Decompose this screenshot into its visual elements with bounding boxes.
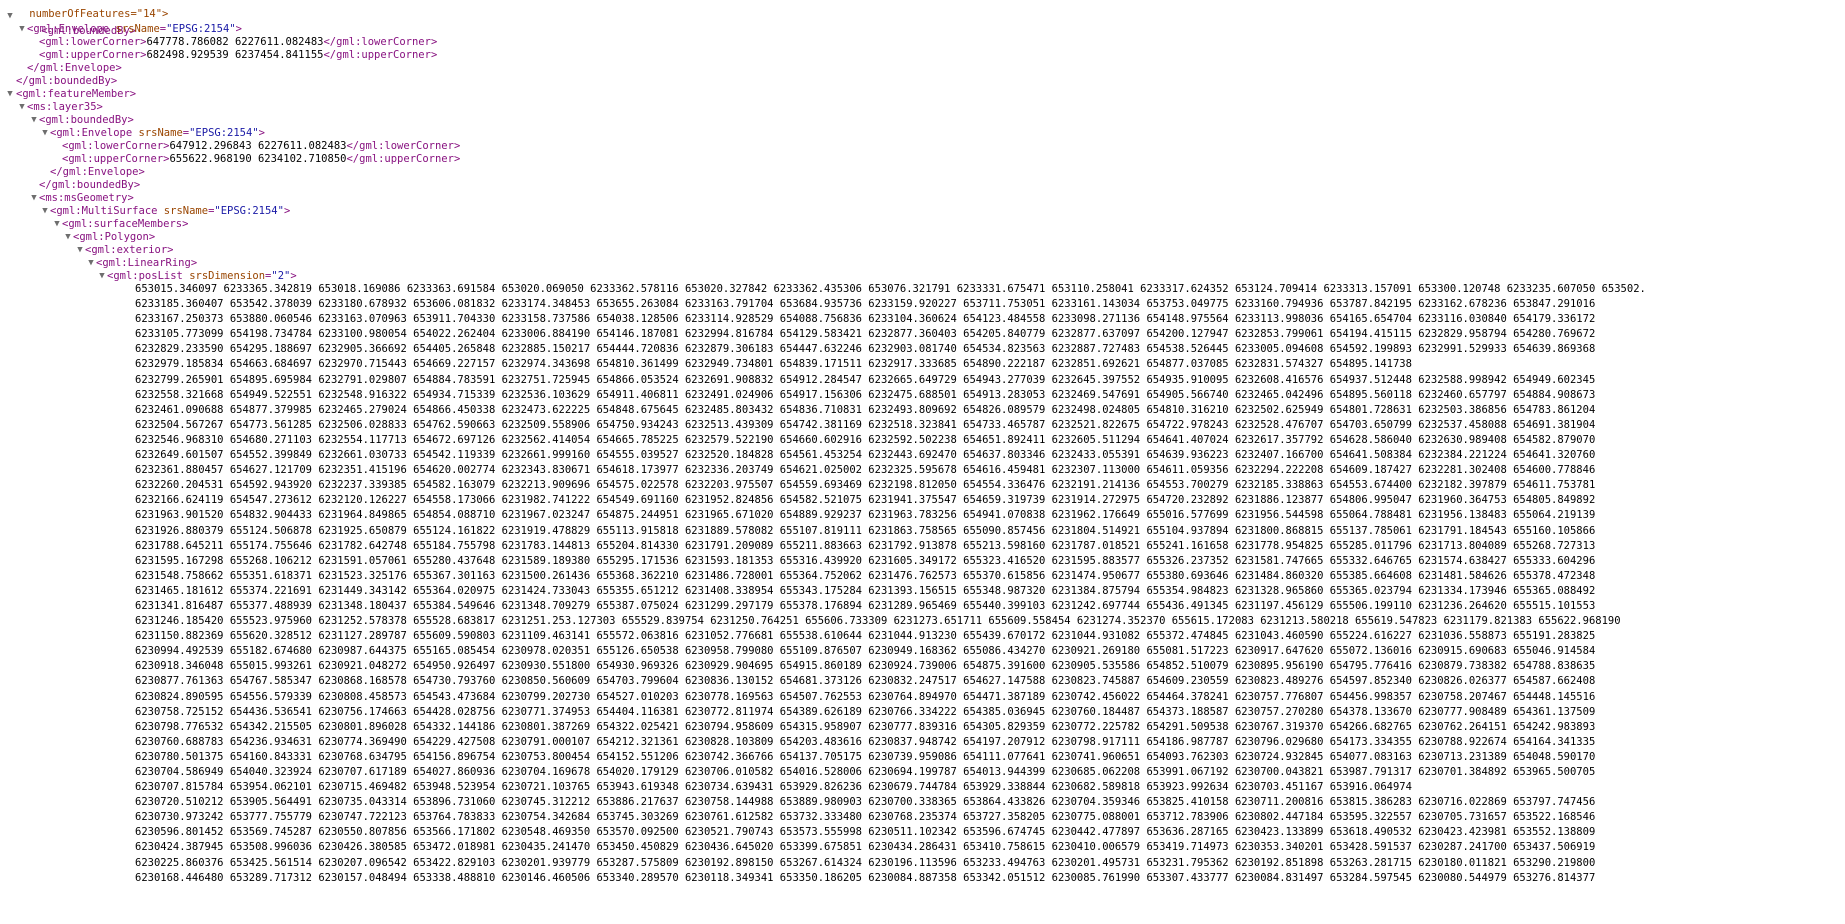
poslist-line: 6230225.860376 653425.561514 6230207.096… bbox=[135, 856, 1596, 869]
poslist-line: 6231548.758662 655351.618371 6231523.325… bbox=[135, 569, 1596, 582]
poslist-line: 6231341.816487 655377.488939 6231348.180… bbox=[135, 599, 1596, 612]
poslist-line: 6232649.601507 654552.399849 6232661.030… bbox=[135, 449, 1596, 462]
poslist-line: 6230798.776532 654342.215505 6230801.896… bbox=[135, 720, 1596, 733]
collapse-toggle-icon[interactable]: ▼ bbox=[41, 126, 49, 141]
xml-viewer: numberOfFeatures="14"> ▼ <gml:boundedBy>… bbox=[0, 0, 1845, 924]
poslist-line: 6232461.090688 654877.379985 6232465.279… bbox=[135, 403, 1596, 416]
poslist-line: 6230707.815784 653954.062101 6230715.469… bbox=[135, 781, 1412, 794]
poslist-line: 6230424.387945 653508.996036 6230426.380… bbox=[135, 841, 1596, 854]
poslist-line: 6231465.181612 655374.221691 6231449.343… bbox=[135, 584, 1596, 597]
collapse-toggle-icon[interactable]: ▼ bbox=[30, 113, 38, 128]
poslist-line: 6230596.801452 653569.745287 6230550.807… bbox=[135, 826, 1596, 839]
upper-corner-value: 682498.929539 6237454.841155 bbox=[146, 49, 324, 61]
poslist-line: 6232260.204531 654592.943920 6232237.339… bbox=[135, 479, 1596, 492]
poslist-line: 6231246.185420 655523.975960 6231252.578… bbox=[135, 615, 1621, 628]
poslist-line: 6233185.360407 653542.378039 6233180.678… bbox=[135, 298, 1596, 311]
poslist-line: 6232546.968310 654680.271103 6232554.117… bbox=[135, 433, 1596, 446]
poslist-line: 6232829.233590 654295.188697 6232905.366… bbox=[135, 343, 1596, 356]
collapse-toggle-icon[interactable]: ▼ bbox=[18, 22, 26, 37]
poslist-line: 6230918.346048 655015.993261 6230921.048… bbox=[135, 660, 1596, 673]
poslist-line: 6231150.882369 655620.328512 6231127.289… bbox=[135, 630, 1596, 643]
poslist-line: 6232558.321668 654949.522551 6232548.916… bbox=[135, 388, 1596, 401]
collapse-toggle-icon[interactable]: ▼ bbox=[53, 217, 61, 232]
poslist-line: 6230877.761363 654767.585347 6230868.168… bbox=[135, 675, 1596, 688]
poslist-line: 6232361.880457 654627.121709 6232351.415… bbox=[135, 464, 1596, 477]
feature-lower-corner-value: 647912.296843 6227611.082483 bbox=[169, 140, 347, 152]
poslist-line: 6230994.492539 655182.674680 6230987.644… bbox=[135, 645, 1596, 658]
poslist-line: 6233167.250373 653880.060546 6233163.070… bbox=[135, 313, 1596, 326]
poslist-line: 6230168.446480 653289.717312 6230157.048… bbox=[135, 871, 1596, 884]
poslist-line: 6230720.510212 653905.564491 6230735.043… bbox=[135, 796, 1596, 809]
collapse-toggle-icon[interactable]: ▼ bbox=[6, 87, 14, 102]
collapse-toggle-icon[interactable]: ▼ bbox=[76, 243, 84, 258]
collapse-toggle-icon[interactable]: ▼ bbox=[30, 191, 38, 206]
poslist-line: 6231595.167298 655268.106212 6231591.057… bbox=[135, 554, 1596, 567]
collapse-toggle-icon[interactable]: ▼ bbox=[18, 100, 26, 115]
poslist-line: 6230780.501375 654160.843331 6230768.634… bbox=[135, 750, 1596, 763]
poslist-line: 6231788.645211 655174.755646 6231782.642… bbox=[135, 539, 1596, 552]
poslist-line: 6232504.567267 654773.561285 6232506.028… bbox=[135, 418, 1596, 431]
poslist-line: 6232799.265901 654895.695984 6232791.029… bbox=[135, 373, 1596, 386]
poslist-line: 6230760.688783 654236.934631 6230774.369… bbox=[135, 735, 1596, 748]
collapse-toggle-icon[interactable]: ▼ bbox=[41, 204, 49, 219]
collapse-toggle-icon[interactable]: ▼ bbox=[6, 9, 14, 24]
poslist-line: 6230824.890595 654556.579339 6230808.458… bbox=[135, 690, 1596, 703]
poslist-line: 6230758.725152 654436.536541 6230756.174… bbox=[135, 705, 1596, 718]
poslist-line: 653015.346097 6233365.342819 653018.1690… bbox=[135, 283, 1646, 295]
poslist-line: 6230704.586949 654040.323924 6230707.617… bbox=[135, 766, 1596, 778]
poslist-line: 6232166.624119 654547.273612 6232120.126… bbox=[135, 494, 1596, 507]
xml-line-features-count: numberOfFeatures="14"> bbox=[4, 0, 168, 20]
poslist-line: 6232979.185834 654663.684697 6232970.715… bbox=[135, 358, 1412, 371]
poslist-line: 6231963.901520 654832.904433 6231964.849… bbox=[135, 509, 1596, 522]
poslist-coordinates: 653015.346097 6233365.342819 653018.1690… bbox=[135, 282, 1845, 886]
feature-upper-corner-value: 655622.968190 6234102.710850 bbox=[169, 153, 347, 165]
poslist-line: 6230730.973242 653777.755779 6230747.722… bbox=[135, 811, 1596, 824]
collapse-toggle-icon[interactable]: ▼ bbox=[98, 269, 106, 284]
collapse-toggle-icon[interactable]: ▼ bbox=[87, 256, 95, 271]
lower-corner-value: 647778.786082 6227611.082483 bbox=[146, 36, 324, 48]
collapse-toggle-icon[interactable]: ▼ bbox=[64, 230, 72, 245]
poslist-line: 6233105.773099 654198.734784 6233100.980… bbox=[135, 328, 1596, 341]
poslist-line: 6231926.880379 655124.506878 6231925.650… bbox=[135, 524, 1596, 537]
